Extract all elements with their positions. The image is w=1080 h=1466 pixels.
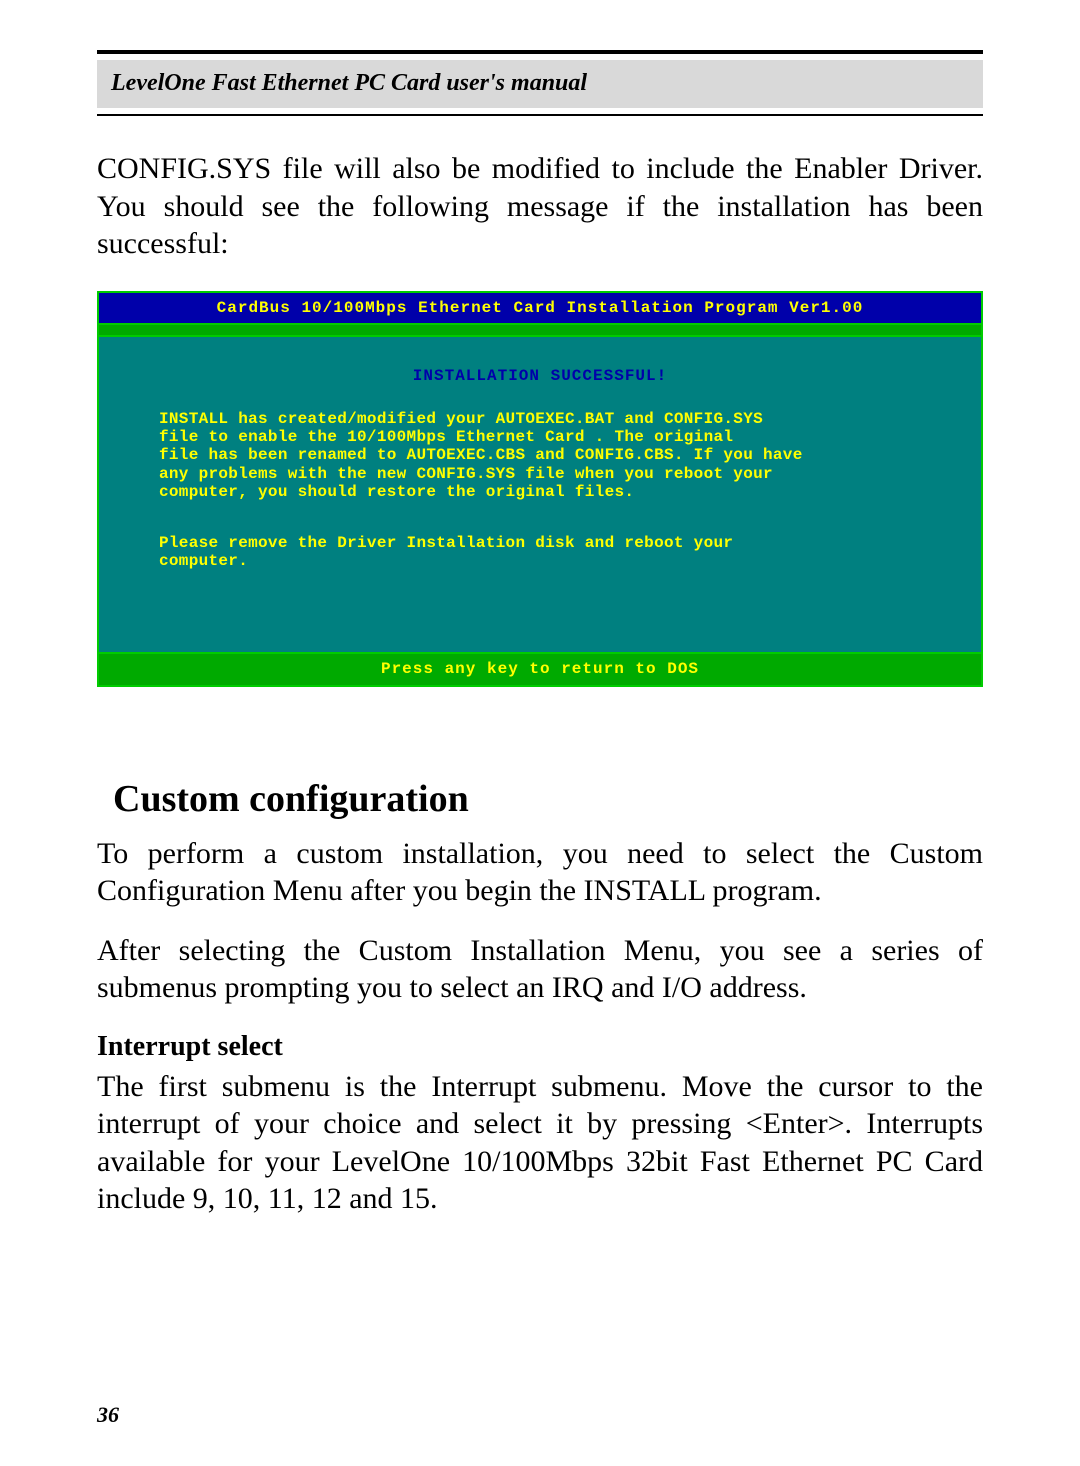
manual-page: LevelOne Fast Ethernet PC Card user's ma… xyxy=(0,0,1080,1466)
section-heading-custom-configuration: Custom configuration xyxy=(113,777,983,821)
dos-title-bar: CardBus 10/100Mbps Ethernet Card Install… xyxy=(99,293,981,325)
dos-message-1: INSTALL has created/modified your AUTOEX… xyxy=(159,410,921,502)
dos-body: INSTALLATION SUCCESSFUL! INSTALL has cre… xyxy=(99,335,981,654)
intro-paragraph: CONFIG.SYS file will also be modified to… xyxy=(97,150,983,263)
dos-message-2: Please remove the Driver Installation di… xyxy=(159,534,921,571)
page-header: LevelOne Fast Ethernet PC Card user's ma… xyxy=(97,60,983,108)
dos-screenshot: CardBus 10/100Mbps Ethernet Card Install… xyxy=(97,291,983,687)
header-title: LevelOne Fast Ethernet PC Card user's ma… xyxy=(111,70,587,96)
dos-success-heading: INSTALLATION SUCCESSFUL! xyxy=(159,367,921,385)
section-body: To perform a custom installation, you ne… xyxy=(97,835,983,1218)
body: CONFIG.SYS file will also be modified to… xyxy=(97,150,983,263)
header-rule-bottom xyxy=(97,114,983,116)
section-para-1: To perform a custom installation, you ne… xyxy=(97,835,983,910)
subsection-heading-interrupt-select: Interrupt select xyxy=(97,1029,983,1064)
page-number: 36 xyxy=(97,1402,119,1428)
subsection-para: The first submenu is the Interrupt subme… xyxy=(97,1068,983,1218)
dos-footer: Press any key to return to DOS xyxy=(99,654,981,684)
section-para-2: After selecting the Custom Installation … xyxy=(97,932,983,1007)
header-rule-top xyxy=(97,50,983,54)
dos-stripe-top xyxy=(99,325,981,335)
